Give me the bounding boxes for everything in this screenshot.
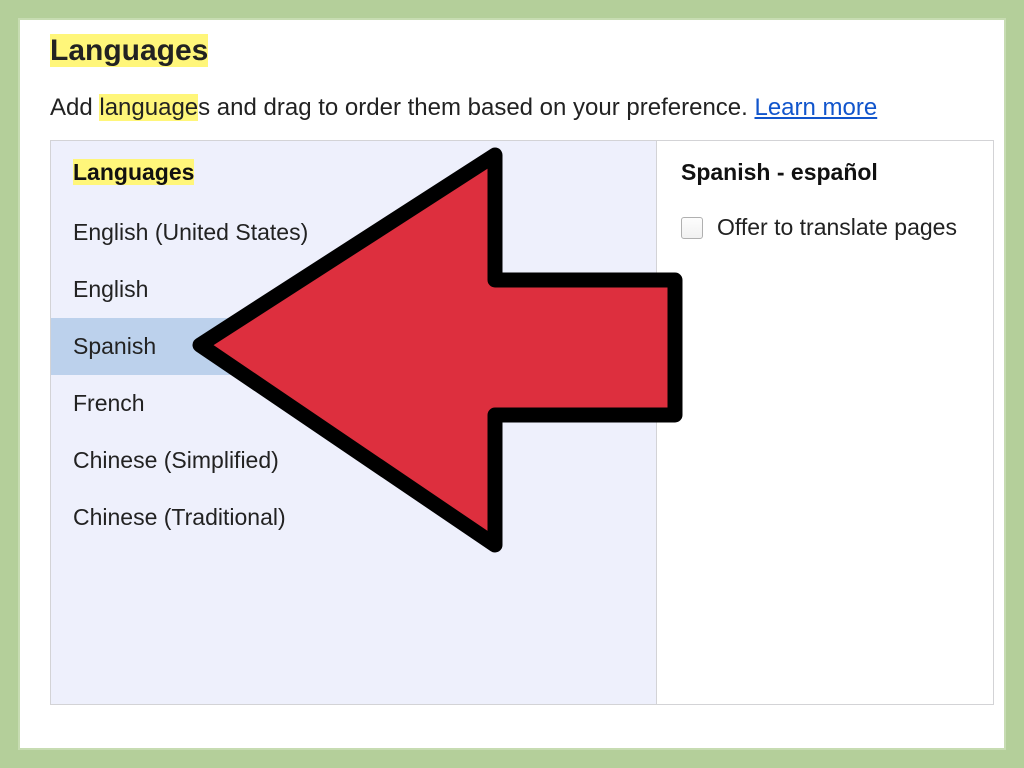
language-item[interactable]: English (United States): [51, 204, 656, 261]
offer-translate-row: Offer to translate pages: [681, 214, 993, 241]
language-item[interactable]: Spanish: [51, 318, 656, 375]
languages-list: English (United States)EnglishSpanishFre…: [51, 204, 656, 546]
page-title: Languages: [50, 34, 208, 68]
app-frame: Languages Add languages and drag to orde…: [18, 18, 1006, 750]
language-item[interactable]: English: [51, 261, 656, 318]
offer-translate-checkbox[interactable]: [681, 217, 703, 239]
detail-heading: Spanish - español: [681, 159, 993, 186]
language-detail-panel: Spanish - español Offer to translate pag…: [657, 141, 993, 704]
offer-translate-label: Offer to translate pages: [717, 214, 957, 241]
subtitle-suffix: s and drag to order them based on your p…: [198, 94, 754, 121]
languages-heading-text: Languages: [73, 159, 194, 185]
subtitle-prefix: Add: [50, 94, 99, 121]
language-item[interactable]: French: [51, 375, 656, 432]
languages-heading: Languages: [73, 159, 194, 186]
subtitle-highlight: language: [99, 94, 198, 121]
languages-list-panel: Languages English (United States)English…: [51, 141, 657, 704]
page-title-text: Languages: [50, 34, 208, 67]
learn-more-link[interactable]: Learn more: [754, 94, 877, 121]
language-item[interactable]: Chinese (Traditional): [51, 489, 656, 546]
panels: Languages English (United States)English…: [50, 140, 994, 705]
language-item[interactable]: Chinese (Simplified): [51, 432, 656, 489]
subtitle: Add languages and drag to order them bas…: [50, 94, 994, 122]
